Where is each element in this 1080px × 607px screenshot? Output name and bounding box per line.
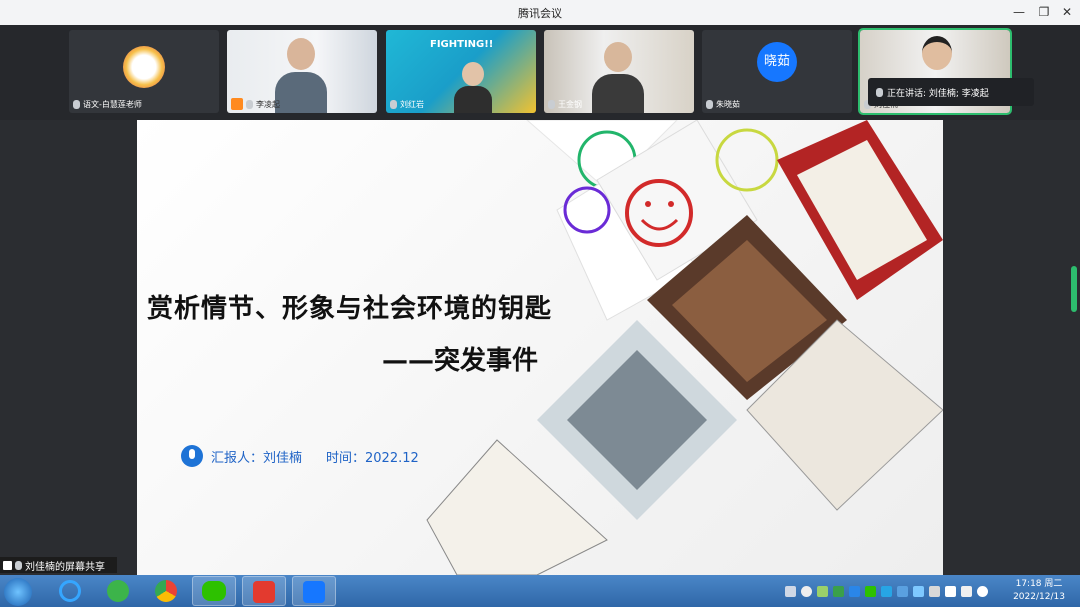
taskbar: 17:18 周二 2022/12/13: [0, 575, 1080, 607]
speaking-indicator: 正在讲话: 刘佳楠; 李凌起: [868, 78, 1034, 106]
slide: 赏析情节、形象与社会环境的钥匙 ——突发事件 汇报人：刘佳楠 时间：2022.1…: [137, 120, 943, 575]
keyboard-icon[interactable]: [785, 585, 796, 597]
video-person: [592, 38, 644, 113]
nvidia-icon[interactable]: [833, 585, 844, 597]
clock-time: 17:18 周二: [1015, 579, 1063, 589]
help-icon[interactable]: [801, 585, 812, 597]
screen-icon: [3, 560, 12, 570]
signal-icon[interactable]: [945, 585, 956, 597]
video-person: [454, 62, 492, 113]
screen-share-bar[interactable]: 刘佳楠的屏幕共享: [0, 557, 117, 573]
network-icon[interactable]: [817, 585, 828, 597]
participant-name: 语文-白慧莲老师: [83, 100, 142, 109]
action-center-icon[interactable]: [929, 585, 940, 597]
participant-tile[interactable]: 王金钢: [544, 30, 694, 113]
browser-360-icon[interactable]: [96, 576, 140, 606]
speaking-text: 正在讲话: 刘佳楠; 李凌起: [887, 88, 989, 99]
title-bar: 腾讯会议 — ❐ ✕: [0, 0, 1080, 25]
security-icon[interactable]: [913, 585, 924, 597]
participant-tile[interactable]: 语文-白慧莲老师: [69, 30, 219, 113]
share-bar-text: 刘佳楠的屏幕共享: [25, 561, 105, 573]
wps-icon[interactable]: [242, 576, 286, 606]
restore-button[interactable]: ❐: [1033, 3, 1055, 21]
slide-artwork: [426, 120, 943, 575]
tencent-meeting-icon[interactable]: [292, 576, 336, 606]
wechat-icon[interactable]: [192, 576, 236, 606]
poster-text: FIGHTING!!: [430, 39, 494, 50]
participant-name: 王金钢: [558, 100, 582, 109]
close-button[interactable]: ✕: [1056, 3, 1078, 21]
shared-screen: 赏析情节、形象与社会环境的钥匙 ——突发事件 汇报人：刘佳楠 时间：2022.1…: [0, 120, 1080, 575]
microphone-icon: [181, 445, 203, 467]
video-person: [275, 38, 327, 113]
scroll-indicator[interactable]: [1071, 266, 1077, 312]
reporter-name: 汇报人：刘佳楠: [211, 450, 303, 466]
mic-icon: [15, 560, 22, 570]
slide-title: 赏析情节、形象与社会环境的钥匙: [147, 294, 553, 324]
mic-icon: [876, 87, 883, 97]
mic-icon: [706, 100, 713, 109]
avatar: 晓茹: [757, 42, 797, 82]
battery-icon[interactable]: [961, 585, 972, 597]
start-button[interactable]: [4, 578, 32, 606]
cloud-icon[interactable]: [881, 585, 892, 597]
avatar: [123, 46, 165, 88]
mic-icon: [390, 100, 397, 109]
reporter-line: 汇报人：刘佳楠 时间：2022.12: [181, 445, 419, 467]
participant-name: 刘红岩: [400, 100, 424, 109]
volume-icon[interactable]: [977, 585, 988, 597]
video-person: [912, 32, 962, 82]
participant-name: 李凌起: [256, 99, 280, 109]
mic-icon: [548, 100, 555, 109]
meeting-tray-icon[interactable]: [849, 585, 860, 597]
minimize-button[interactable]: —: [1008, 3, 1030, 21]
bluetooth-icon[interactable]: [897, 585, 908, 597]
host-icon: [231, 98, 243, 110]
slide-subtitle: ——突发事件: [382, 346, 539, 376]
chrome-icon[interactable]: [144, 576, 188, 606]
ie-icon[interactable]: [48, 576, 92, 606]
mic-icon: [246, 99, 253, 109]
mic-icon: [73, 100, 80, 109]
participant-name: 朱晓茹: [716, 100, 740, 109]
system-tray: [785, 575, 988, 607]
participant-tile[interactable]: FIGHTING!! 刘红岩: [386, 30, 536, 113]
clock-date: 2022/12/13: [1013, 592, 1065, 602]
wechat-tray-icon[interactable]: [865, 585, 876, 597]
clock[interactable]: 17:18 周二 2022/12/13: [1006, 578, 1072, 604]
report-time: 时间：2022.12: [326, 450, 419, 466]
participant-tile[interactable]: 李凌起: [227, 30, 377, 113]
window-title: 腾讯会议: [518, 7, 562, 20]
participant-tile[interactable]: 晓茹 朱晓茹: [702, 30, 852, 113]
